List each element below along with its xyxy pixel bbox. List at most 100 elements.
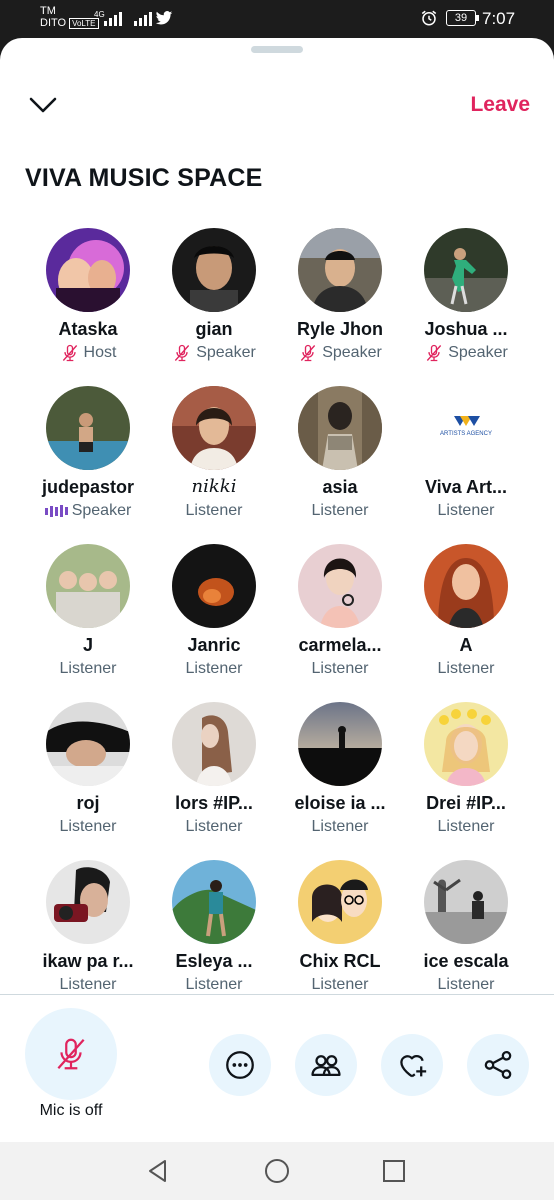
avatar [298,544,382,628]
participant-name: Drei #IP... [426,793,506,813]
participant[interactable]: gian Speaker [151,228,277,363]
participant[interactable]: judepastor Speaker [25,386,151,521]
participant-role: Listener [185,502,243,519]
agency-logo-text: ARTISTS AGENCY [440,431,492,437]
participant-name: nikki [191,476,237,497]
participant[interactable]: A Listener [403,544,529,679]
avatar [46,228,130,312]
participant[interactable]: lors #IP... Listener [151,702,277,837]
avatar [46,386,130,470]
participants-button[interactable] [295,1034,357,1096]
avatar [172,860,256,944]
back-triangle-icon [149,1160,166,1182]
participant[interactable]: nikki Listener [151,386,277,521]
mic-status-label: Mic is off [39,1102,103,1119]
participant-role: Speaker [322,344,382,361]
leave-button[interactable]: Leave [470,93,530,117]
participant-name: asia [322,477,358,497]
participant-role: Speaker [196,344,256,361]
back-button[interactable] [144,1157,172,1185]
participant-name: Ryle Jhon [296,319,384,339]
mic-off-icon [57,1038,85,1070]
space-title: VIVA MUSIC SPACE [25,164,263,192]
recents-button[interactable] [380,1157,408,1185]
avatar [298,386,382,470]
participant-name: Esleya ... [175,951,253,971]
participant-role: Listener [311,502,369,519]
participant[interactable]: carmela... Listener [277,544,403,679]
volte-badge: VoLTE [69,17,99,29]
participant-role: Listener [59,818,117,835]
participant-name: carmela... [298,635,382,655]
participant-name: Chix RCL [299,951,381,971]
participant-name: eloise ia ... [294,793,386,813]
drag-handle[interactable] [251,46,303,53]
share-icon [484,1050,512,1080]
carrier-top: TM [40,5,56,17]
participant[interactable]: J Listener [25,544,151,679]
participant-name: Ataska [58,319,118,339]
clock: 7:07 [482,9,516,28]
people-icon [311,1055,341,1077]
signal-icon-2 [134,10,152,26]
participant[interactable]: ice escala Listener [403,860,529,995]
participant-name: Joshua ... [424,319,508,339]
participant-role: Listener [437,818,495,835]
participant-name: roj [76,793,100,813]
participant-role: Listener [59,660,117,677]
participant[interactable]: Drei #IP... Listener [403,702,529,837]
avatar [172,544,256,628]
participant-role: Listener [185,660,243,677]
more-button[interactable] [209,1034,271,1096]
participant-role: Listener [185,818,243,835]
alarm-icon [421,10,437,26]
participant-role: Speaker [448,344,508,361]
participant[interactable]: eloise ia ... Listener [277,702,403,837]
avatar [46,544,130,628]
participant-role: Listener [311,976,369,993]
speaking-indicator-icon [44,504,68,518]
participant[interactable]: roj Listener [25,702,151,837]
participant-name: A [459,635,473,655]
react-button[interactable] [381,1034,443,1096]
avatar [424,702,508,786]
avatar: ARTISTS AGENCY [424,386,508,470]
participant-name: lors #IP... [175,793,253,813]
mic-toggle-button[interactable] [25,1008,117,1100]
participant[interactable]: asia Listener [277,386,403,521]
avatar [172,702,256,786]
participant-role: Listener [185,976,243,993]
participant[interactable]: Chix RCL Listener [277,860,403,995]
participant[interactable]: ikaw pa r... Listener [25,860,151,995]
participant[interactable]: Janric Listener [151,544,277,679]
avatar [172,386,256,470]
participant-role: Listener [437,976,495,993]
participant[interactable]: Joshua ... Speaker [403,228,529,363]
carrier-name: DITO [40,17,67,29]
home-button[interactable] [263,1157,291,1185]
avatar [298,860,382,944]
participant[interactable]: ARTISTS AGENCY Viva Art... Listener [403,386,529,521]
participant-role: Speaker [71,502,132,519]
participant-name: ice escala [423,951,509,971]
more-icon [226,1051,254,1079]
share-button[interactable] [467,1034,529,1096]
avatar [424,860,508,944]
system-nav-bar [0,1142,554,1200]
divider [0,994,554,995]
participant[interactable]: Esleya ... Listener [151,860,277,995]
participant-role: Listener [437,502,495,519]
chevron-down-icon[interactable] [28,94,58,118]
participant-role: Listener [311,818,369,835]
avatar [424,228,508,312]
participant[interactable]: Ryle Jhon Speaker [277,228,403,363]
participant-name: Viva Art... [424,477,508,497]
avatar [172,228,256,312]
participant[interactable]: Ataska Host [25,228,151,363]
mic-off-icon [298,343,318,363]
avatar [46,860,130,944]
mic-off-icon [424,343,444,363]
avatar [298,702,382,786]
mic-off-icon [60,343,80,363]
participant-role: Listener [311,660,369,677]
